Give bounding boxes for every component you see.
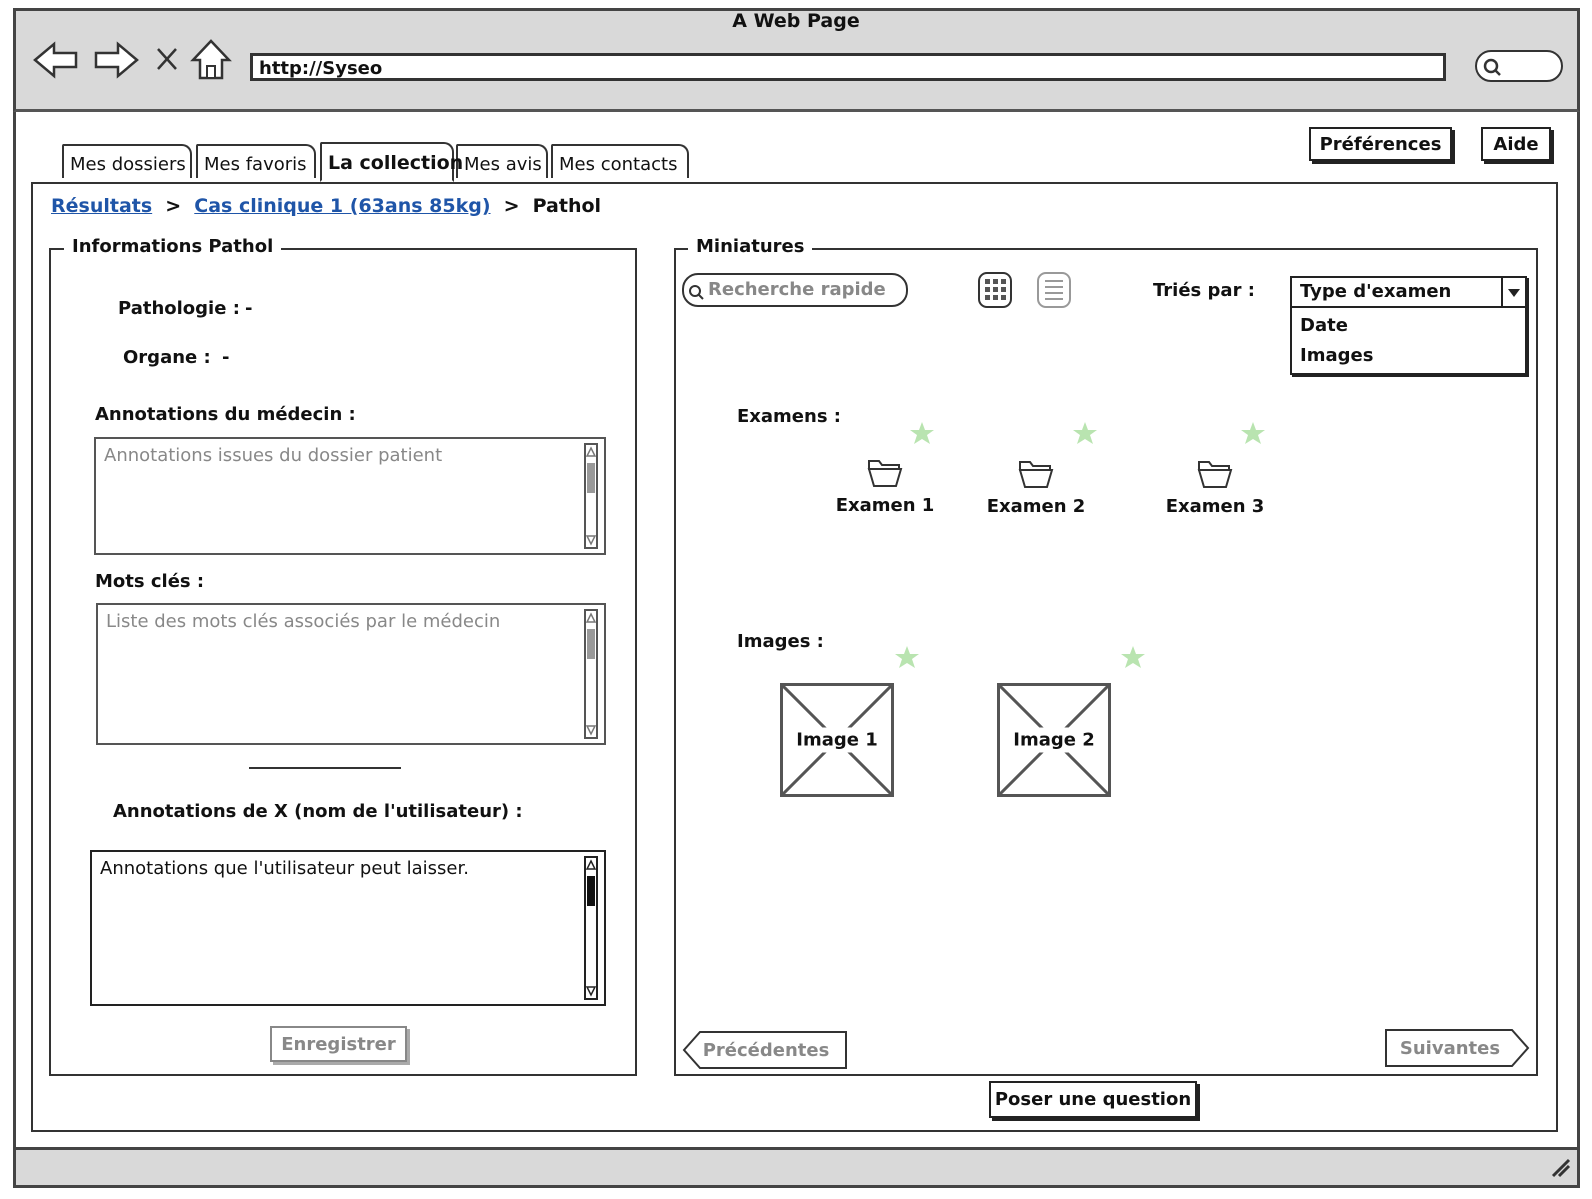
- mots-cles-label: Mots clés :: [95, 571, 205, 592]
- scrollbar[interactable]: [584, 856, 598, 1000]
- previous-button[interactable]: Précédentes: [682, 1030, 850, 1070]
- window-title: A Web Page: [732, 10, 860, 32]
- sort-option-date[interactable]: Date: [1300, 315, 1348, 336]
- image-thumbnail-2[interactable]: Image 2: [997, 683, 1111, 797]
- exam-label: Examen 2: [986, 496, 1086, 517]
- grid-view-icon[interactable]: [977, 271, 1013, 309]
- pathologie-value: -: [245, 298, 253, 319]
- folder-icon: [1018, 461, 1054, 488]
- images-label: Images :: [737, 631, 824, 652]
- star-icon[interactable]: [1240, 421, 1266, 445]
- scrollbar[interactable]: [584, 609, 598, 739]
- search-icon: [689, 285, 704, 300]
- star-icon[interactable]: [909, 421, 935, 445]
- quick-search-placeholder: Recherche rapide: [708, 279, 886, 300]
- browser-search-field[interactable]: [1475, 50, 1563, 82]
- scrollbar[interactable]: [584, 443, 598, 549]
- resize-grip-icon[interactable]: [1545, 1152, 1573, 1180]
- image-thumbnail-1[interactable]: Image 1: [780, 683, 894, 797]
- annotations-medecin-placeholder: Annotations issues du dossier patient: [104, 445, 443, 466]
- divider: [249, 767, 401, 769]
- organe-label: Organe :: [123, 347, 211, 368]
- sort-option-images[interactable]: Images: [1300, 345, 1373, 366]
- annotations-user-text: Annotations que l'utilisateur peut laiss…: [100, 858, 469, 879]
- sort-selected-value: Type d'examen: [1300, 281, 1452, 302]
- info-panel-legend: Informations Pathol: [64, 236, 282, 257]
- exam-item-3[interactable]: Examen 3: [1145, 456, 1285, 517]
- address-bar[interactable]: http://Syseo: [250, 53, 1446, 81]
- stop-icon[interactable]: [155, 46, 179, 72]
- save-button[interactable]: Enregistrer: [270, 1026, 407, 1062]
- search-icon: [1483, 58, 1501, 76]
- annotations-user-textarea[interactable]: Annotations que l'utilisateur peut laiss…: [90, 850, 606, 1006]
- breadcrumb-separator: >: [165, 195, 182, 217]
- star-icon[interactable]: [894, 645, 920, 669]
- exam-label: Examen 3: [1165, 496, 1265, 517]
- annotations-user-label: Annotations de X (nom de l'utilisateur) …: [113, 801, 523, 822]
- chevron-down-icon: [1508, 289, 1520, 297]
- dropdown-toggle[interactable]: [1501, 278, 1525, 306]
- tab-mes-avis[interactable]: Mes avis: [456, 144, 548, 178]
- annotations-medecin-label: Annotations du médecin :: [95, 404, 356, 425]
- annotations-medecin-textarea[interactable]: Annotations issues du dossier patient: [94, 437, 606, 555]
- tab-mes-contacts[interactable]: Mes contacts: [551, 144, 689, 178]
- pathologie-label: Pathologie :: [118, 298, 240, 319]
- ask-question-button[interactable]: Poser une question: [989, 1081, 1197, 1118]
- back-icon[interactable]: [32, 40, 80, 80]
- scroll-thumb[interactable]: [587, 629, 595, 659]
- exam-item-2[interactable]: Examen 2: [966, 456, 1106, 517]
- list-view-icon[interactable]: [1036, 271, 1072, 309]
- exams-label: Examens :: [737, 406, 842, 427]
- tab-mes-favoris[interactable]: Mes favoris: [196, 144, 316, 178]
- sort-label: Triés par :: [1153, 280, 1255, 301]
- home-icon[interactable]: [190, 38, 232, 82]
- sort-dropdown[interactable]: Type d'examen Date Images: [1290, 276, 1527, 375]
- scroll-up-icon[interactable]: [586, 612, 596, 624]
- scroll-thumb[interactable]: [587, 463, 595, 493]
- folder-icon: [867, 460, 903, 487]
- tab-la-collection[interactable]: La collection: [320, 142, 463, 182]
- forward-icon[interactable]: [92, 40, 140, 80]
- mots-cles-textarea[interactable]: Liste des mots clés associés par le méde…: [96, 603, 606, 745]
- scroll-down-icon[interactable]: [586, 985, 596, 997]
- quick-search-input[interactable]: Recherche rapide: [682, 273, 908, 307]
- thumbnails-panel-legend: Miniatures: [688, 236, 813, 257]
- sort-selected-row[interactable]: Type d'examen: [1292, 278, 1525, 308]
- mots-cles-placeholder: Liste des mots clés associés par le méde…: [106, 611, 501, 632]
- image-label: Image 1: [790, 727, 884, 753]
- exam-item-1[interactable]: Examen 1: [815, 455, 955, 516]
- help-button[interactable]: Aide: [1481, 127, 1551, 161]
- breadcrumb-cas-clinique[interactable]: Cas clinique 1 (63ans 85kg): [194, 195, 490, 217]
- scroll-down-icon[interactable]: [586, 534, 596, 546]
- exam-label: Examen 1: [835, 495, 935, 516]
- star-icon[interactable]: [1120, 645, 1146, 669]
- scroll-up-icon[interactable]: [586, 859, 596, 871]
- scroll-up-icon[interactable]: [586, 446, 596, 458]
- tab-mes-dossiers[interactable]: Mes dossiers: [62, 144, 192, 178]
- breadcrumb-current: Pathol: [532, 195, 602, 217]
- next-button[interactable]: Suivantes: [1384, 1028, 1516, 1068]
- breadcrumb: Résultats > Cas clinique 1 (63ans 85kg) …: [51, 195, 601, 217]
- image-label: Image 2: [1007, 727, 1101, 753]
- preferences-button[interactable]: Préférences: [1309, 127, 1452, 161]
- breadcrumb-separator: >: [503, 195, 520, 217]
- folder-icon: [1197, 461, 1233, 488]
- breadcrumb-resultats[interactable]: Résultats: [51, 195, 152, 217]
- status-bar: [13, 1147, 1580, 1188]
- star-icon[interactable]: [1072, 421, 1098, 445]
- scroll-down-icon[interactable]: [586, 724, 596, 736]
- scroll-thumb[interactable]: [587, 876, 595, 906]
- organe-value: -: [222, 347, 230, 368]
